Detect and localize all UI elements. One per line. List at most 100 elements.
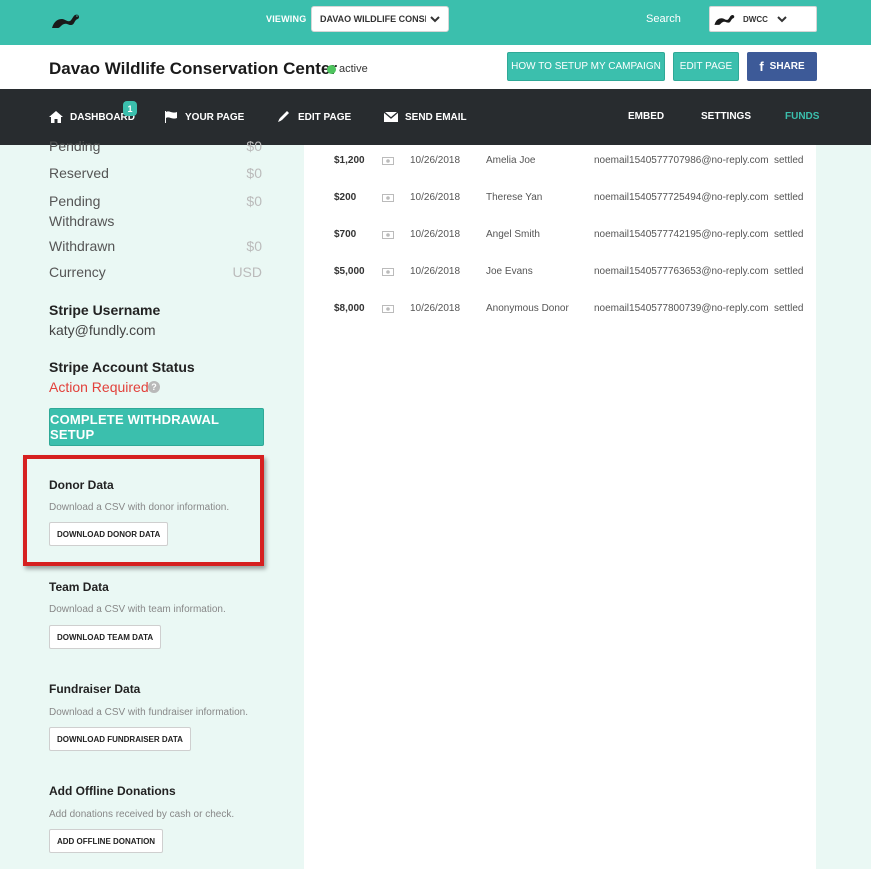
fundraiser-data-description: Download a CSV with fundraiser informati… (49, 707, 248, 718)
edit-page-button[interactable]: EDIT PAGE (673, 52, 739, 81)
nav-funds[interactable]: FUNDS (785, 111, 819, 122)
balance-label: Pending (49, 193, 101, 209)
dashboard-notification-badge: 1 (123, 101, 137, 116)
transaction-donor-name: Amelia Joe (486, 155, 536, 166)
share-button-label: SHARE (769, 61, 805, 72)
stripe-status-title: Stripe Account Status (49, 359, 195, 375)
balance-value: USD (232, 264, 262, 280)
cash-icon (382, 194, 394, 202)
complete-withdrawal-setup-button[interactable]: COMPLETE WITHDRAWAL SETUP (49, 408, 264, 446)
nav-send-email-label: SEND EMAIL (405, 111, 467, 123)
transaction-date: 10/26/2018 (410, 229, 461, 240)
balance-row-pending: Pending $0 (49, 138, 262, 154)
transaction-date: 10/26/2018 (410, 303, 461, 314)
table-row[interactable]: $5,000 10/26/2018 Joe Evans noemail15405… (304, 266, 816, 286)
nav-send-email[interactable]: SEND EMAIL (384, 111, 467, 123)
search-link[interactable]: Search (646, 13, 681, 25)
balance-label: Reserved (49, 165, 109, 181)
share-button[interactable]: f SHARE (747, 52, 817, 81)
pencil-icon (278, 111, 289, 122)
flag-icon (165, 111, 177, 123)
chevron-down-icon (777, 16, 787, 23)
balance-value: $0 (246, 165, 262, 181)
nav-embed[interactable]: EMBED (628, 111, 664, 122)
envelope-icon (384, 111, 398, 122)
balance-value: $0 (246, 238, 262, 254)
donor-data-description: Download a CSV with donor information. (49, 502, 230, 513)
transaction-status: settled (774, 192, 804, 203)
stripe-username-value: katy@fundly.com (49, 322, 156, 338)
transaction-amount: $1,200 (334, 155, 365, 166)
table-row[interactable]: $1,200 10/26/2018 Amelia Joe noemail1540… (304, 155, 816, 175)
offline-donations-title: Add Offline Donations (49, 784, 176, 798)
transaction-email: noemail1540577742195@no-reply.com (594, 229, 769, 240)
cash-icon (382, 268, 394, 276)
cash-icon (382, 157, 394, 165)
transaction-email: noemail1540577725494@no-reply.com (594, 192, 769, 203)
nav-your-page[interactable]: YOUR PAGE (164, 111, 244, 123)
transaction-amount: $5,000 (334, 266, 365, 277)
transaction-date: 10/26/2018 (410, 155, 461, 166)
transaction-date: 10/26/2018 (410, 192, 461, 203)
download-donor-data-button[interactable]: DOWNLOAD DONOR DATA (49, 522, 169, 546)
balance-label: Pending (49, 138, 101, 154)
balance-row-pending-withdraws: Pending Withdraws $0 (49, 191, 262, 231)
transaction-email: noemail1540577763653@no-reply.com (594, 266, 769, 277)
balance-label: Currency (49, 264, 106, 280)
balance-value: $0 (246, 193, 262, 209)
cash-icon (382, 305, 394, 313)
viewing-label: VIEWING (266, 14, 307, 24)
balance-value: $0 (246, 138, 262, 154)
nav-settings[interactable]: SETTINGS (701, 111, 751, 122)
team-data-title: Team Data (49, 580, 109, 594)
transaction-email: noemail1540577800739@no-reply.com (594, 303, 769, 314)
table-row[interactable]: $8,000 10/26/2018 Anonymous Donor noemai… (304, 303, 816, 323)
account-select[interactable]: DWCC (709, 6, 817, 32)
add-offline-donation-button[interactable]: ADD OFFLINE DONATION (49, 829, 164, 853)
transaction-email: noemail1540577707986@no-reply.com (594, 155, 769, 166)
ferret-avatar-icon (714, 15, 735, 25)
transaction-amount: $700 (334, 229, 357, 240)
transaction-status: settled (774, 155, 804, 166)
transaction-donor-name: Anonymous Donor (486, 303, 569, 314)
stripe-status-value: Action Required (49, 379, 149, 395)
facebook-icon: f (759, 59, 764, 74)
cash-icon (382, 231, 394, 239)
nav-your-page-label: YOUR PAGE (185, 111, 245, 123)
transaction-donor-name: Joe Evans (486, 266, 533, 277)
fundraiser-data-title: Fundraiser Data (49, 682, 141, 696)
main-nav: DASHBOARD YOUR PAGE EDIT PAGE SEND EMAIL… (0, 89, 871, 145)
help-icon[interactable]: ? (148, 381, 160, 393)
offline-donations-description: Add donations received by cash or check. (49, 809, 235, 820)
campaign-header: Davao Wildlife Conservation Center (0, 45, 871, 89)
transaction-date: 10/26/2018 (410, 266, 461, 277)
transaction-amount: $200 (334, 192, 357, 203)
balance-row-reserved: Reserved $0 (49, 165, 262, 181)
table-row[interactable]: $200 10/26/2018 Therese Yan noemail15405… (304, 192, 816, 212)
balance-label: Withdrawn (49, 238, 116, 254)
transaction-status: settled (774, 303, 804, 314)
transaction-status: settled (774, 266, 804, 277)
nav-edit-page[interactable]: EDIT PAGE (277, 111, 351, 123)
campaign-select[interactable]: DAVAO WILDLIFE CONSE... (311, 6, 449, 32)
balance-row-currency: Currency USD (49, 264, 262, 280)
download-team-data-button[interactable]: DOWNLOAD TEAM DATA (49, 625, 162, 649)
transaction-amount: $8,000 (334, 303, 365, 314)
download-fundraiser-data-button[interactable]: DOWNLOAD FUNDRAISER DATA (49, 727, 191, 751)
transaction-status: settled (774, 229, 804, 240)
chevron-down-icon (430, 16, 440, 23)
status-indicator-icon (327, 65, 336, 74)
transactions-panel: $1,200 10/26/2018 Amelia Joe noemail1540… (304, 145, 816, 869)
nav-edit-page-label: EDIT PAGE (298, 111, 352, 123)
transaction-donor-name: Angel Smith (486, 229, 540, 240)
account-select-value: DWCC (743, 15, 768, 24)
home-icon (49, 111, 63, 123)
ferret-logo-icon[interactable] (50, 10, 80, 30)
stripe-username-title: Stripe Username (49, 302, 161, 318)
team-data-description: Download a CSV with team information. (49, 604, 226, 615)
how-to-setup-button[interactable]: HOW TO SETUP MY CAMPAIGN (507, 52, 665, 81)
top-bar: VIEWING DAVAO WILDLIFE CONSE... Search D… (0, 0, 871, 45)
transaction-donor-name: Therese Yan (486, 192, 543, 203)
page-title: Davao Wildlife Conservation Center (49, 59, 337, 78)
table-row[interactable]: $700 10/26/2018 Angel Smith noemail15405… (304, 229, 816, 249)
